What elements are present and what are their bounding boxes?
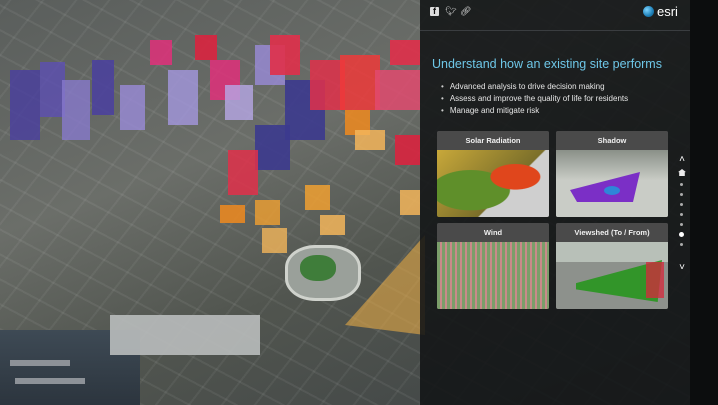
- card-viewshed[interactable]: Viewshed (To / From): [556, 223, 668, 309]
- viewshed-hidden-area: [646, 262, 664, 298]
- highlight-building: [375, 70, 420, 110]
- nav-dot[interactable]: [680, 183, 683, 186]
- highlight-building: [395, 135, 420, 165]
- solar-radiation-thumbnail: [437, 150, 549, 217]
- chevron-up-icon[interactable]: ˄: [675, 155, 689, 165]
- card-label: Shadow: [556, 131, 668, 150]
- share-bar: f 🐦︎ 🔗︎: [430, 7, 471, 16]
- nav-dot[interactable]: [680, 223, 683, 226]
- stadium-field: [300, 255, 336, 281]
- highlight-building: [390, 40, 420, 65]
- bullet-item: Advanced analysis to drive decision maki…: [441, 81, 628, 93]
- shadow-marker: [604, 186, 620, 195]
- highlight-building: [10, 70, 40, 140]
- highlight-building: [225, 85, 253, 120]
- logo-text: esri: [657, 4, 678, 19]
- highlight-building: [62, 80, 90, 140]
- highlight-building: [120, 85, 145, 130]
- header-divider: [420, 30, 690, 31]
- esri-logo[interactable]: esri: [643, 4, 678, 19]
- highlight-building: [262, 228, 287, 253]
- nav-dot-active[interactable]: [679, 232, 684, 237]
- highlight-building: [220, 205, 245, 223]
- pier: [15, 378, 85, 384]
- nav-dot[interactable]: [680, 203, 683, 206]
- pier: [10, 360, 70, 366]
- twitter-icon[interactable]: 🐦︎: [445, 7, 456, 16]
- card-label: Viewshed (To / From): [556, 223, 668, 242]
- highlight-building: [400, 190, 420, 215]
- card-solar-radiation[interactable]: Solar Radiation: [437, 131, 549, 217]
- section-title: Understand how an existing site performs: [432, 57, 662, 71]
- convention-center: [110, 315, 260, 355]
- home-icon[interactable]: [678, 169, 686, 176]
- nav-dot[interactable]: [680, 213, 683, 216]
- highlight-building: [255, 125, 290, 170]
- highlight-building: [228, 150, 258, 195]
- highlight-building: [305, 185, 330, 210]
- highlight-building: [320, 215, 345, 235]
- highlight-building: [150, 40, 172, 65]
- highlight-building: [340, 55, 380, 110]
- card-label: Wind: [437, 223, 549, 242]
- bullet-item: Assess and improve the quality of life f…: [441, 93, 628, 105]
- viewshed-thumbnail: [556, 242, 668, 309]
- story-navigation: ˄ ˅: [675, 155, 689, 275]
- globe-icon: [643, 6, 654, 17]
- chevron-down-icon[interactable]: ˅: [675, 263, 689, 273]
- bullet-list: Advanced analysis to drive decision maki…: [441, 81, 628, 117]
- link-icon[interactable]: 🔗︎: [460, 7, 471, 16]
- right-scroll-rail[interactable]: [690, 0, 718, 405]
- highlight-building: [195, 35, 217, 60]
- wind-thumbnail: [437, 242, 549, 309]
- bullet-item: Manage and mitigate risk: [441, 105, 628, 117]
- highlight-building: [168, 70, 198, 125]
- highlight-building: [92, 60, 114, 115]
- highlight-building: [355, 130, 385, 150]
- nav-dot[interactable]: [680, 243, 683, 246]
- nav-dot[interactable]: [680, 193, 683, 196]
- highlight-building: [270, 35, 300, 75]
- facebook-icon[interactable]: f: [430, 7, 439, 16]
- card-shadow[interactable]: Shadow: [556, 131, 668, 217]
- card-label: Solar Radiation: [437, 131, 549, 150]
- card-wind[interactable]: Wind: [437, 223, 549, 309]
- shadow-thumbnail: [556, 150, 668, 217]
- highlight-building: [255, 200, 280, 225]
